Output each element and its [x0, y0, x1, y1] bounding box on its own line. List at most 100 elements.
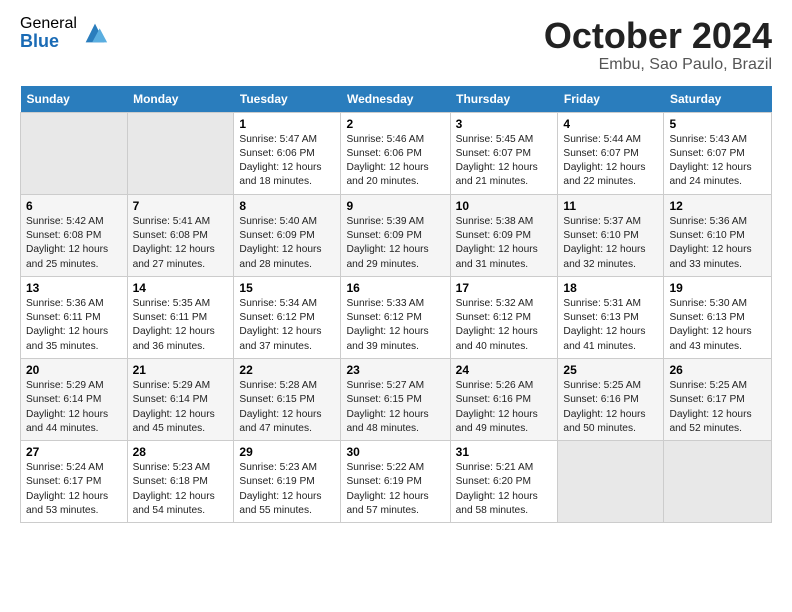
table-row: 22 Sunrise: 5:28 AM Sunset: 6:15 PM Dayli… [234, 358, 341, 440]
table-row: 17 Sunrise: 5:32 AM Sunset: 6:12 PM Dayli… [450, 276, 558, 358]
day-info: Sunrise: 5:41 AM Sunset: 6:08 PM Dayligh… [133, 215, 229, 272]
day-number: 15 [239, 281, 335, 295]
day-info: Sunrise: 5:40 AM Sunset: 6:09 PM Dayligh… [239, 215, 335, 272]
day-number: 12 [669, 199, 766, 213]
day-info: Sunrise: 5:25 AM Sunset: 6:16 PM Dayligh… [563, 379, 658, 436]
day-info: Sunrise: 5:23 AM Sunset: 6:18 PM Dayligh… [133, 461, 229, 518]
header-thursday: Thursday [450, 86, 558, 113]
table-row: 14 Sunrise: 5:35 AM Sunset: 6:11 PM Dayli… [127, 276, 234, 358]
day-number: 25 [563, 363, 658, 377]
logo-text: General Blue [20, 16, 77, 50]
table-row [21, 112, 128, 194]
day-info: Sunrise: 5:31 AM Sunset: 6:13 PM Dayligh… [563, 297, 658, 354]
table-row: 13 Sunrise: 5:36 AM Sunset: 6:11 PM Dayli… [21, 276, 128, 358]
day-number: 8 [239, 199, 335, 213]
day-number: 1 [239, 117, 335, 131]
day-info: Sunrise: 5:29 AM Sunset: 6:14 PM Dayligh… [133, 379, 229, 436]
day-info: Sunrise: 5:28 AM Sunset: 6:15 PM Dayligh… [239, 379, 335, 436]
day-info: Sunrise: 5:35 AM Sunset: 6:11 PM Dayligh… [133, 297, 229, 354]
day-info: Sunrise: 5:23 AM Sunset: 6:19 PM Dayligh… [239, 461, 335, 518]
day-info: Sunrise: 5:36 AM Sunset: 6:10 PM Dayligh… [669, 215, 766, 272]
location-title: Embu, Sao Paulo, Brazil [544, 56, 772, 74]
day-number: 20 [26, 363, 122, 377]
day-info: Sunrise: 5:30 AM Sunset: 6:13 PM Dayligh… [669, 297, 766, 354]
page: General Blue October 2024 Embu, Sao Paul… [0, 0, 792, 612]
day-number: 11 [563, 199, 658, 213]
calendar-week-row: 27Sunrise: 5:24 AM Sunset: 6:17 PM Dayli… [21, 441, 772, 523]
day-number: 30 [346, 445, 444, 459]
day-info: Sunrise: 5:46 AM Sunset: 6:06 PM Dayligh… [346, 133, 444, 190]
day-number: 31 [456, 445, 553, 459]
table-row: 29 Sunrise: 5:23 AM Sunset: 6:19 PM Dayli… [234, 441, 341, 523]
day-number: 13 [26, 281, 122, 295]
logo-blue: Blue [20, 32, 77, 50]
calendar-week-row: 1 Sunrise: 5:47 AM Sunset: 6:06 PM Daylig… [21, 112, 772, 194]
day-number: 17 [456, 281, 553, 295]
day-number: 18 [563, 281, 658, 295]
day-info: Sunrise: 5:33 AM Sunset: 6:12 PM Dayligh… [346, 297, 444, 354]
table-row: 20Sunrise: 5:29 AM Sunset: 6:14 PM Dayli… [21, 358, 128, 440]
day-info: Sunrise: 5:39 AM Sunset: 6:09 PM Dayligh… [346, 215, 444, 272]
table-row: 19 Sunrise: 5:30 AM Sunset: 6:13 PM Dayli… [664, 276, 772, 358]
table-row: 25 Sunrise: 5:25 AM Sunset: 6:16 PM Dayli… [558, 358, 664, 440]
day-number: 10 [456, 199, 553, 213]
day-info: Sunrise: 5:47 AM Sunset: 6:06 PM Dayligh… [239, 133, 335, 190]
day-number: 7 [133, 199, 229, 213]
day-info: Sunrise: 5:44 AM Sunset: 6:07 PM Dayligh… [563, 133, 658, 190]
calendar-week-row: 13 Sunrise: 5:36 AM Sunset: 6:11 PM Dayli… [21, 276, 772, 358]
table-row: 24Sunrise: 5:26 AM Sunset: 6:16 PM Dayli… [450, 358, 558, 440]
logo: General Blue [20, 16, 109, 50]
day-number: 2 [346, 117, 444, 131]
day-number: 6 [26, 199, 122, 213]
day-number: 27 [26, 445, 122, 459]
day-info: Sunrise: 5:36 AM Sunset: 6:11 PM Dayligh… [26, 297, 122, 354]
header-wednesday: Wednesday [341, 86, 450, 113]
table-row: 16 Sunrise: 5:33 AM Sunset: 6:12 PM Dayli… [341, 276, 450, 358]
table-row: 10 Sunrise: 5:38 AM Sunset: 6:09 PM Dayli… [450, 194, 558, 276]
day-info: Sunrise: 5:38 AM Sunset: 6:09 PM Dayligh… [456, 215, 553, 272]
day-number: 14 [133, 281, 229, 295]
day-info: Sunrise: 5:45 AM Sunset: 6:07 PM Dayligh… [456, 133, 553, 190]
table-row: 23Sunrise: 5:27 AM Sunset: 6:15 PM Dayli… [341, 358, 450, 440]
table-row: 5Sunrise: 5:43 AM Sunset: 6:07 PM Daylig… [664, 112, 772, 194]
day-number: 9 [346, 199, 444, 213]
day-number: 28 [133, 445, 229, 459]
month-title: October 2024 [544, 16, 772, 56]
table-row: 9 Sunrise: 5:39 AM Sunset: 6:09 PM Daylig… [341, 194, 450, 276]
weekday-header-row: Sunday Monday Tuesday Wednesday Thursday… [21, 86, 772, 113]
day-number: 16 [346, 281, 444, 295]
day-info: Sunrise: 5:21 AM Sunset: 6:20 PM Dayligh… [456, 461, 553, 518]
table-row: 27Sunrise: 5:24 AM Sunset: 6:17 PM Dayli… [21, 441, 128, 523]
table-row [664, 441, 772, 523]
title-block: October 2024 Embu, Sao Paulo, Brazil [544, 16, 772, 74]
calendar-table: Sunday Monday Tuesday Wednesday Thursday… [20, 86, 772, 524]
day-number: 19 [669, 281, 766, 295]
day-info: Sunrise: 5:34 AM Sunset: 6:12 PM Dayligh… [239, 297, 335, 354]
day-number: 24 [456, 363, 553, 377]
header-monday: Monday [127, 86, 234, 113]
header-friday: Friday [558, 86, 664, 113]
day-number: 3 [456, 117, 553, 131]
calendar-week-row: 20 Sunrise: 5:29 AM Sunset: 6:14 PM Dayli… [21, 358, 772, 440]
table-row: 15 Sunrise: 5:34 AM Sunset: 6:12 PM Dayli… [234, 276, 341, 358]
day-number: 21 [133, 363, 229, 377]
day-info: Sunrise: 5:37 AM Sunset: 6:10 PM Dayligh… [563, 215, 658, 272]
table-row: 8 Sunrise: 5:40 AM Sunset: 6:09 PM Daylig… [234, 194, 341, 276]
table-row [558, 441, 664, 523]
table-row: 30Sunrise: 5:22 AM Sunset: 6:19 PM Dayli… [341, 441, 450, 523]
day-number: 26 [669, 363, 766, 377]
day-info: Sunrise: 5:27 AM Sunset: 6:15 PM Dayligh… [346, 379, 444, 436]
header-tuesday: Tuesday [234, 86, 341, 113]
day-info: Sunrise: 5:42 AM Sunset: 6:08 PM Dayligh… [26, 215, 122, 272]
calendar-week-row: 6 Sunrise: 5:42 AM Sunset: 6:08 PM Daylig… [21, 194, 772, 276]
header: General Blue October 2024 Embu, Sao Paul… [20, 16, 772, 74]
logo-icon [81, 19, 109, 47]
table-row: 6 Sunrise: 5:42 AM Sunset: 6:08 PM Daylig… [21, 194, 128, 276]
day-info: Sunrise: 5:32 AM Sunset: 6:12 PM Dayligh… [456, 297, 553, 354]
table-row: 7 Sunrise: 5:41 AM Sunset: 6:08 PM Daylig… [127, 194, 234, 276]
header-saturday: Saturday [664, 86, 772, 113]
table-row: 11 Sunrise: 5:37 AM Sunset: 6:10 PM Dayli… [558, 194, 664, 276]
day-number: 22 [239, 363, 335, 377]
table-row: 12 Sunrise: 5:36 AM Sunset: 6:10 PM Dayli… [664, 194, 772, 276]
day-number: 29 [239, 445, 335, 459]
